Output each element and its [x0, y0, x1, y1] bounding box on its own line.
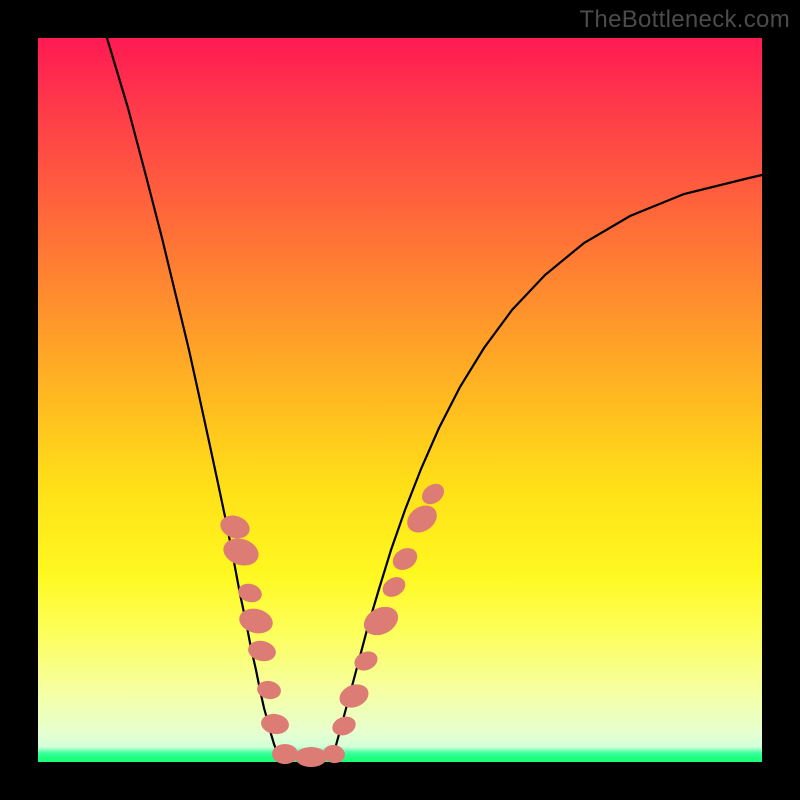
watermark-label: TheBottleneck.com [579, 6, 790, 34]
data-marker [322, 743, 347, 765]
data-marker [330, 713, 359, 738]
data-marker [217, 512, 252, 542]
chart-frame: TheBottleneck.com [0, 0, 800, 800]
data-marker [402, 500, 442, 538]
data-marker [389, 544, 422, 575]
data-marker [236, 581, 264, 605]
chart-svg [38, 38, 762, 762]
data-marker [272, 744, 298, 764]
data-marker [336, 680, 372, 712]
bottleneck-curves [107, 38, 762, 760]
data-marker [220, 534, 262, 570]
data-marker [295, 747, 327, 767]
curve-segment [333, 175, 762, 756]
data-markers [217, 480, 448, 767]
data-marker [260, 712, 291, 736]
data-marker [256, 679, 283, 701]
data-marker [418, 480, 448, 509]
